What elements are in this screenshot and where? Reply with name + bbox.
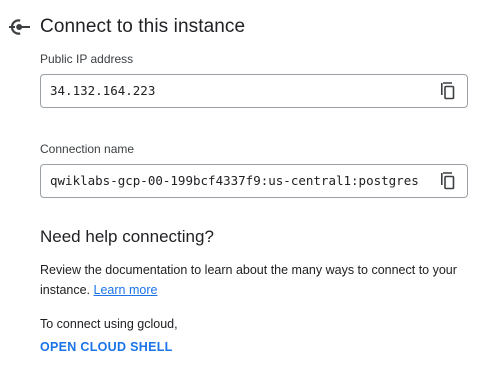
copy-icon (440, 82, 456, 100)
connection-name-field (40, 164, 468, 198)
copy-connection-name-button[interactable] (435, 169, 461, 193)
help-title: Need help connecting? (40, 227, 214, 246)
gcloud-text: To connect using gcloud, (40, 317, 178, 331)
learn-more-link[interactable]: Learn more (94, 283, 158, 297)
public-ip-input[interactable] (50, 75, 430, 107)
open-cloud-shell-link[interactable]: OPEN CLOUD SHELL (40, 340, 173, 354)
connection-name-input[interactable] (50, 165, 426, 197)
copy-ip-button[interactable] (435, 79, 461, 103)
copy-icon (440, 172, 456, 190)
connection-name-label: Connection name (40, 142, 135, 156)
section-title-connect: Connect to this instance (40, 16, 246, 37)
public-ip-field (40, 74, 468, 108)
section-header: Connect to this instance (6, 14, 245, 40)
connection-icon (6, 14, 32, 40)
help-description: Review the documentation to learn about … (40, 260, 472, 300)
public-ip-label: Public IP address (40, 52, 134, 66)
